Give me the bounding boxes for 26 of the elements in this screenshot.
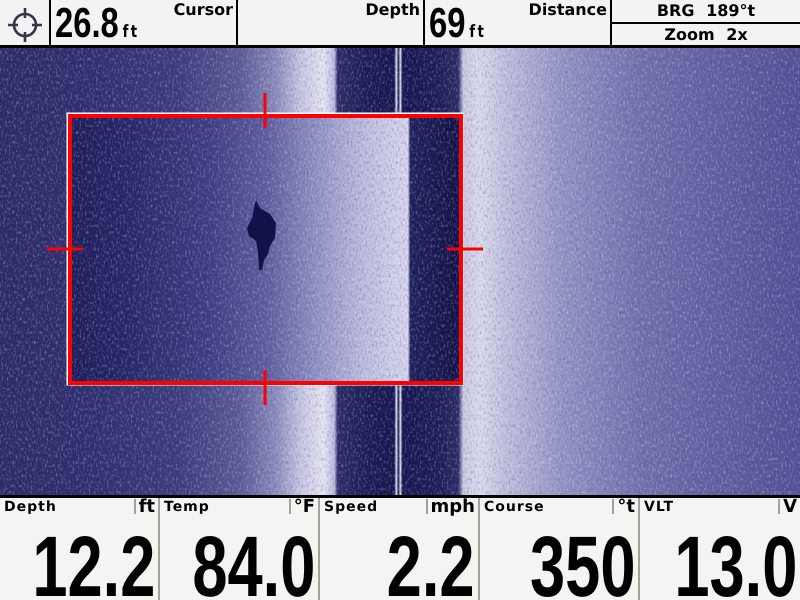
unit-label: ft <box>138 498 155 516</box>
readout-label: Cursor <box>174 1 233 19</box>
readout-label: Distance <box>528 1 607 19</box>
readout-value: 84.0 <box>192 534 315 600</box>
info-text: Zoom 2x <box>664 24 748 44</box>
unit-label: V <box>783 498 797 516</box>
crosshair-icon <box>8 8 42 42</box>
info-text: BRG 189°t <box>656 1 756 20</box>
readout-label: Depth <box>4 498 57 516</box>
unit-label: ft <box>122 23 140 41</box>
readout-value: 26.8 <box>55 7 119 39</box>
readout-value: 2.2 <box>387 534 475 600</box>
unit-label: °t <box>617 498 635 516</box>
sonar-target <box>247 200 276 270</box>
readout-label: Depth <box>365 1 420 19</box>
readout-value: 13.0 <box>674 534 797 600</box>
readout-value: 12.2 <box>32 534 155 600</box>
readout-label: Course <box>484 498 545 516</box>
unit-label: mph <box>430 498 475 516</box>
readout-label: VLT <box>644 498 674 516</box>
unit-label: °F <box>294 498 315 516</box>
readout-value: 69 <box>429 7 466 39</box>
readout-label: Temp <box>164 498 210 516</box>
readout-value: 350 <box>530 534 635 600</box>
readout-label: Speed <box>324 498 378 516</box>
unit-label: ft <box>469 23 486 41</box>
